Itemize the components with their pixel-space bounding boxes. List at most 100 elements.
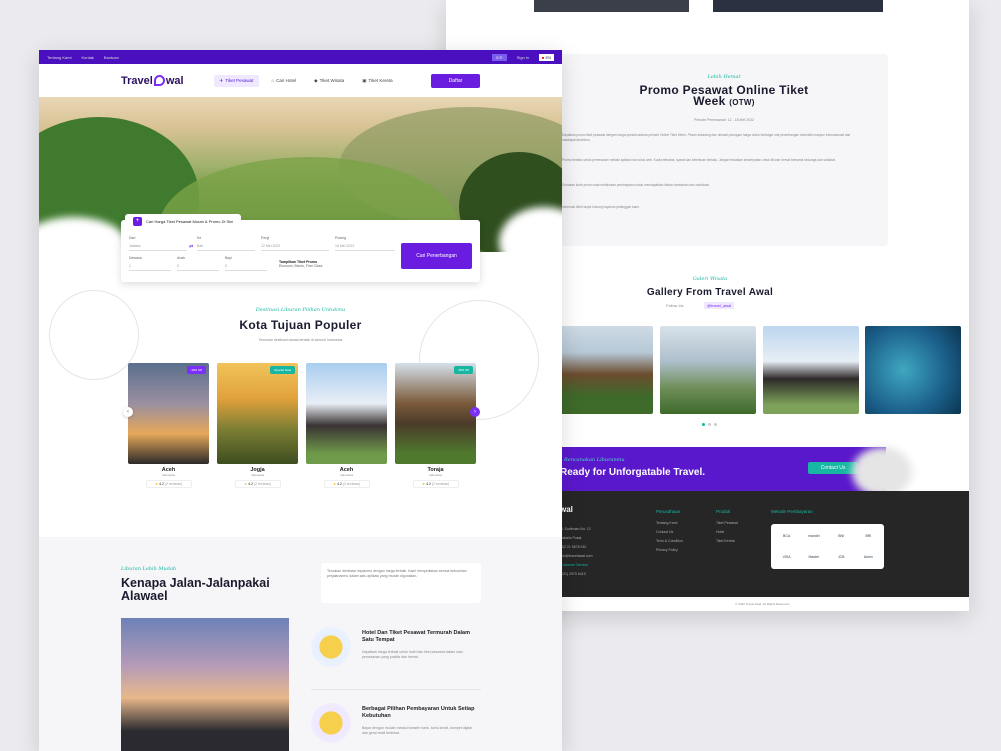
topbar-link[interactable]: Tentang Kami bbox=[47, 55, 71, 60]
to-field[interactable]: Ke Bali bbox=[197, 236, 255, 251]
gallery-pagination[interactable] bbox=[702, 423, 717, 426]
discount-badge: 30% Off bbox=[454, 366, 473, 374]
cta-text: Ready for Unforgatable Travel. bbox=[560, 467, 706, 478]
topbar-link[interactable]: Bantuan bbox=[104, 55, 119, 60]
swap-icon[interactable]: ⇄ bbox=[189, 244, 193, 250]
gallery-image-highlands[interactable] bbox=[660, 326, 756, 414]
why-subtitle: Liburan Lebih Mudah bbox=[121, 566, 177, 572]
promo-paragraph: Informasi lebih lanjut hubungi layanan p… bbox=[562, 205, 640, 209]
promo-meta: Periode Pemesanan: 12 - 18 Mei 2022 bbox=[694, 118, 754, 122]
destination-card[interactable]: Aceh Indonesia ★ 4.2 (2 reviews) bbox=[306, 363, 387, 503]
topbar-link[interactable]: Kontak bbox=[81, 55, 93, 60]
footer-product-links[interactable]: Tiket Pesawat Hotel Tiket Kereta bbox=[716, 519, 738, 546]
card-rating: ★ 4.2 (2 reviews) bbox=[234, 480, 281, 488]
card-sub: Indonesia bbox=[339, 473, 353, 477]
star-icon: ★ bbox=[332, 482, 337, 486]
logo-icon bbox=[153, 75, 165, 86]
why-intro: Temukan destinasi impianmu dengan harga … bbox=[321, 563, 481, 603]
footer-payment-title: Metode Pembayaran bbox=[771, 509, 813, 514]
flag-icon: ■ bbox=[541, 54, 545, 60]
gallery-image-mosque[interactable] bbox=[763, 326, 859, 414]
cabin-option[interactable]: Tampilkan Tiket Promo Ekonomi, Bisnis, Fi… bbox=[279, 260, 397, 268]
child-field[interactable]: Anak 0 bbox=[177, 256, 219, 271]
contact-us-button[interactable]: Contact Us bbox=[808, 462, 858, 474]
feature-desc: Dapatkan harga terbaik untuk hotel dan t… bbox=[362, 650, 463, 659]
nav-item-attractions[interactable]: ◆ Tiket Wisata bbox=[308, 75, 350, 87]
currency-select[interactable]: IDR bbox=[491, 53, 507, 61]
footer-company-links[interactable]: Tentang Kami Contact Us Term & Condition Pr… bbox=[656, 519, 683, 555]
feature-desc: Bayar dengan mudah melalui transfer bank… bbox=[362, 726, 472, 735]
adult-field[interactable]: Dewasa 1 bbox=[129, 256, 171, 271]
carousel-prev-button[interactable]: ‹ bbox=[123, 407, 133, 417]
temple-image bbox=[121, 618, 289, 751]
deal-badge: Special Deal bbox=[270, 366, 295, 374]
video-thumbnail-1[interactable] bbox=[534, 0, 689, 12]
cta-subtitle: Rencanakan Liburanmu bbox=[564, 457, 625, 463]
destination-card[interactable]: 30% Off Aceh Indonesia ★ 4.2 (2 reviews) bbox=[128, 363, 209, 503]
signin-link[interactable]: Sign in bbox=[517, 55, 529, 60]
promo-paragraph: Dapatkan promo tiket pesawat dengan harg… bbox=[562, 133, 851, 142]
footer-contact: Jl. Sudirman No. 12 Jakarta Pusat +62 21 5… bbox=[560, 527, 593, 576]
card-sub: Indonesia bbox=[161, 473, 175, 477]
promo-subtitle: Lebih Hemat bbox=[707, 74, 741, 80]
payment-icon bbox=[311, 703, 351, 743]
copyright: © 2022 Travel Awal. All Rights Reserved. bbox=[556, 597, 969, 611]
plane-icon: + bbox=[133, 216, 142, 226]
promo-title: Promo Pesawat Online Tiket Week (OTW) bbox=[639, 83, 809, 108]
register-button[interactable]: Daftar bbox=[431, 73, 480, 88]
gallery-subtitle: Galeri Wisata bbox=[692, 276, 728, 282]
card-sub: Indonesia bbox=[428, 473, 442, 477]
card-sub: Indonesia bbox=[250, 473, 264, 477]
footer-company-title: Perusahaan bbox=[656, 509, 681, 514]
promo-paragraph: Promo berlaku untuk pemesanan melalui ap… bbox=[562, 158, 836, 162]
star-icon: ★ bbox=[154, 482, 159, 486]
promo-paragraph: Gunakan kode promo saat melakukan pembay… bbox=[562, 183, 710, 187]
gallery-handle[interactable]: @travel_awal bbox=[704, 302, 735, 309]
ticket-icon: ◆ bbox=[314, 77, 318, 83]
star-icon: ★ bbox=[243, 482, 248, 486]
coin-icon bbox=[311, 627, 351, 667]
language-select[interactable]: ■ EN bbox=[538, 53, 554, 61]
gallery-title: Gallery From Travel Awal bbox=[646, 287, 774, 298]
card-rating: ★ 4.2 (2 reviews) bbox=[412, 480, 459, 488]
carousel-next-button[interactable]: › bbox=[470, 407, 480, 417]
footer-product-title: Produk bbox=[716, 509, 731, 514]
popular-subtitle: Destinasi Liburan Pilihan Untukmu bbox=[255, 307, 346, 313]
chevron-right-icon: › bbox=[474, 409, 476, 415]
home-page: Tentang Kami Kontak Bantuan IDR Sign in … bbox=[39, 50, 562, 751]
video-thumbnail-2[interactable] bbox=[713, 0, 883, 12]
from-field[interactable]: Dari Jakarta bbox=[129, 236, 187, 251]
logo[interactable]: Travel wal bbox=[121, 75, 184, 87]
return-date-field[interactable]: Pulang 15 Mei 2022 bbox=[335, 236, 395, 251]
popular-description: Temukan destinasi wisata terbaik di selu… bbox=[258, 338, 343, 342]
popular-title: Kota Tujuan Populer bbox=[239, 318, 362, 332]
card-rating: ★ 4.2 (2 reviews) bbox=[323, 480, 370, 488]
nav-item-flights[interactable]: ✈ Tiket Pesawat bbox=[213, 74, 260, 87]
depart-date-field[interactable]: Pergi 12 Mei 2022 bbox=[261, 236, 329, 251]
payment-methods: BCA mandiri BNI BRI VISA Master JCB Amex bbox=[771, 524, 884, 569]
why-section bbox=[39, 537, 562, 751]
destination-card[interactable]: 30% Off Toraja Indonesia ★ 4.2 (2 review… bbox=[395, 363, 476, 503]
destination-card[interactable]: Special Deal Jogja Indonesia ★ 4.2 (2 re… bbox=[217, 363, 298, 503]
why-title: Kenapa Jalan-Jalanpakai Alawael bbox=[121, 576, 270, 603]
feature-title: Berbagai Pilihan Pembayaran Untuk Setiap… bbox=[362, 706, 475, 719]
train-icon: ▣ bbox=[362, 77, 367, 83]
chevron-left-icon: ‹ bbox=[127, 409, 129, 415]
search-tab[interactable]: + Cari Harga Tiket Pesawat Murah & Promo … bbox=[125, 214, 242, 228]
divider bbox=[311, 689, 481, 690]
gallery-image-toraja[interactable] bbox=[556, 326, 653, 414]
search-flights-button[interactable]: Cari Penerbangan bbox=[401, 243, 472, 269]
top-bar: Tentang Kami Kontak Bantuan IDR Sign in … bbox=[39, 50, 562, 64]
discount-badge: 30% Off bbox=[187, 366, 206, 374]
nav-item-train[interactable]: ▣ Tiket Kereta bbox=[356, 75, 398, 87]
gallery-follow-label: Follow Us bbox=[666, 303, 684, 308]
gallery-image-underwater[interactable] bbox=[865, 326, 961, 414]
star-icon: ★ bbox=[421, 482, 426, 486]
infant-field[interactable]: Bayi 0 bbox=[225, 256, 267, 271]
card-rating: ★ 4.2 (2 reviews) bbox=[145, 480, 192, 488]
feature-title: Hotel Dan Tiket Pesawat Termurah Dalam S… bbox=[362, 630, 470, 643]
plane-icon: ✈ bbox=[219, 77, 224, 83]
main-nav: Travel wal ✈ Tiket Pesawat ⌂ Cari Hotel ◆ Ti… bbox=[39, 64, 562, 97]
nav-item-hotel[interactable]: ⌂ Cari Hotel bbox=[265, 75, 302, 86]
cta-banner: Rencanakan Liburanmu Ready for Unforgata… bbox=[556, 447, 912, 497]
